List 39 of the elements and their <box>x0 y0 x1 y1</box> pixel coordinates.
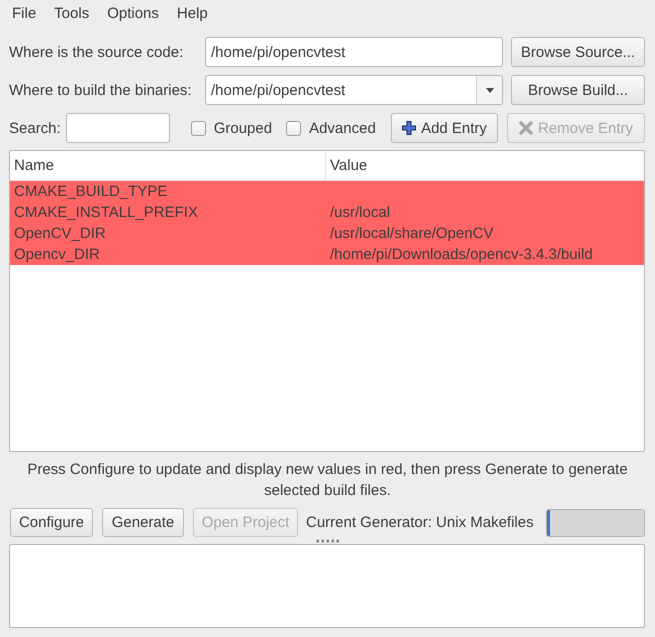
search-field[interactable] <box>66 113 170 143</box>
table-cell-text: OpenCV_DIR <box>13 224 107 244</box>
search-label: Search: <box>9 120 61 136</box>
checkbox-label: Advanced <box>309 120 376 136</box>
hint-text: Press Configure to update and display new values in red, then press Generate to generate selected build files. <box>26 460 629 501</box>
table-row[interactable]: CMAKE_INSTALL_PREFIX /usr/local <box>10 202 644 223</box>
menu-item[interactable]: File <box>4 4 44 24</box>
checkbox[interactable] <box>190 120 206 136</box>
table-cell-text: Opencv_DIR <box>13 245 101 265</box>
field-label: Where is the source code: <box>9 44 184 60</box>
plus-icon <box>402 121 416 135</box>
dropdown-button[interactable] <box>476 76 502 104</box>
table-row[interactable]: OpenCV_DIR /usr/local/share/OpenCV <box>10 223 644 244</box>
table-cell-text: /usr/local/share/OpenCV <box>329 224 494 244</box>
caret-icon <box>486 88 494 92</box>
action-button[interactable]: Configure <box>10 508 93 537</box>
field-label: Where to build the binaries: <box>9 82 193 98</box>
action-button[interactable]: Generate <box>102 508 184 537</box>
table-cell-text: /usr/local <box>329 203 392 223</box>
column-header[interactable]: Name <box>10 151 326 180</box>
column-header[interactable]: Value <box>326 151 644 180</box>
browse-build-button[interactable]: Browse Build... <box>511 75 645 105</box>
add-entry-button[interactable]: Add Entry <box>391 113 498 143</box>
browse-source-button[interactable]: Browse Source... <box>511 37 645 67</box>
menu-item[interactable]: Tools <box>46 4 98 24</box>
table-cell-text: /home/pi/Downloads/opencv-3.4.3/build <box>329 245 594 265</box>
checkbox[interactable] <box>286 120 302 136</box>
menu-item[interactable]: Options <box>99 4 167 24</box>
table-row[interactable]: CMAKE_BUILD_TYPE <box>10 181 644 202</box>
table-cell-text: CMAKE_INSTALL_PREFIX <box>13 203 199 223</box>
generator-label: Current Generator: Unix Makefiles <box>306 514 534 531</box>
table-row[interactable]: Opencv_DIR /home/pi/Downloads/opencv-3.4.3/build <box>10 244 644 265</box>
source-path-field[interactable]: /home/pi/opencvtest <box>205 37 503 67</box>
checkbox-label: Grouped <box>214 120 272 136</box>
cross-icon <box>518 121 533 135</box>
menu-item[interactable]: Help <box>168 4 216 24</box>
build-path-combobox[interactable]: /home/pi/opencvtest <box>205 75 503 105</box>
grip-icon[interactable] <box>316 538 340 542</box>
table-cell-text: CMAKE_BUILD_TYPE <box>13 182 168 202</box>
